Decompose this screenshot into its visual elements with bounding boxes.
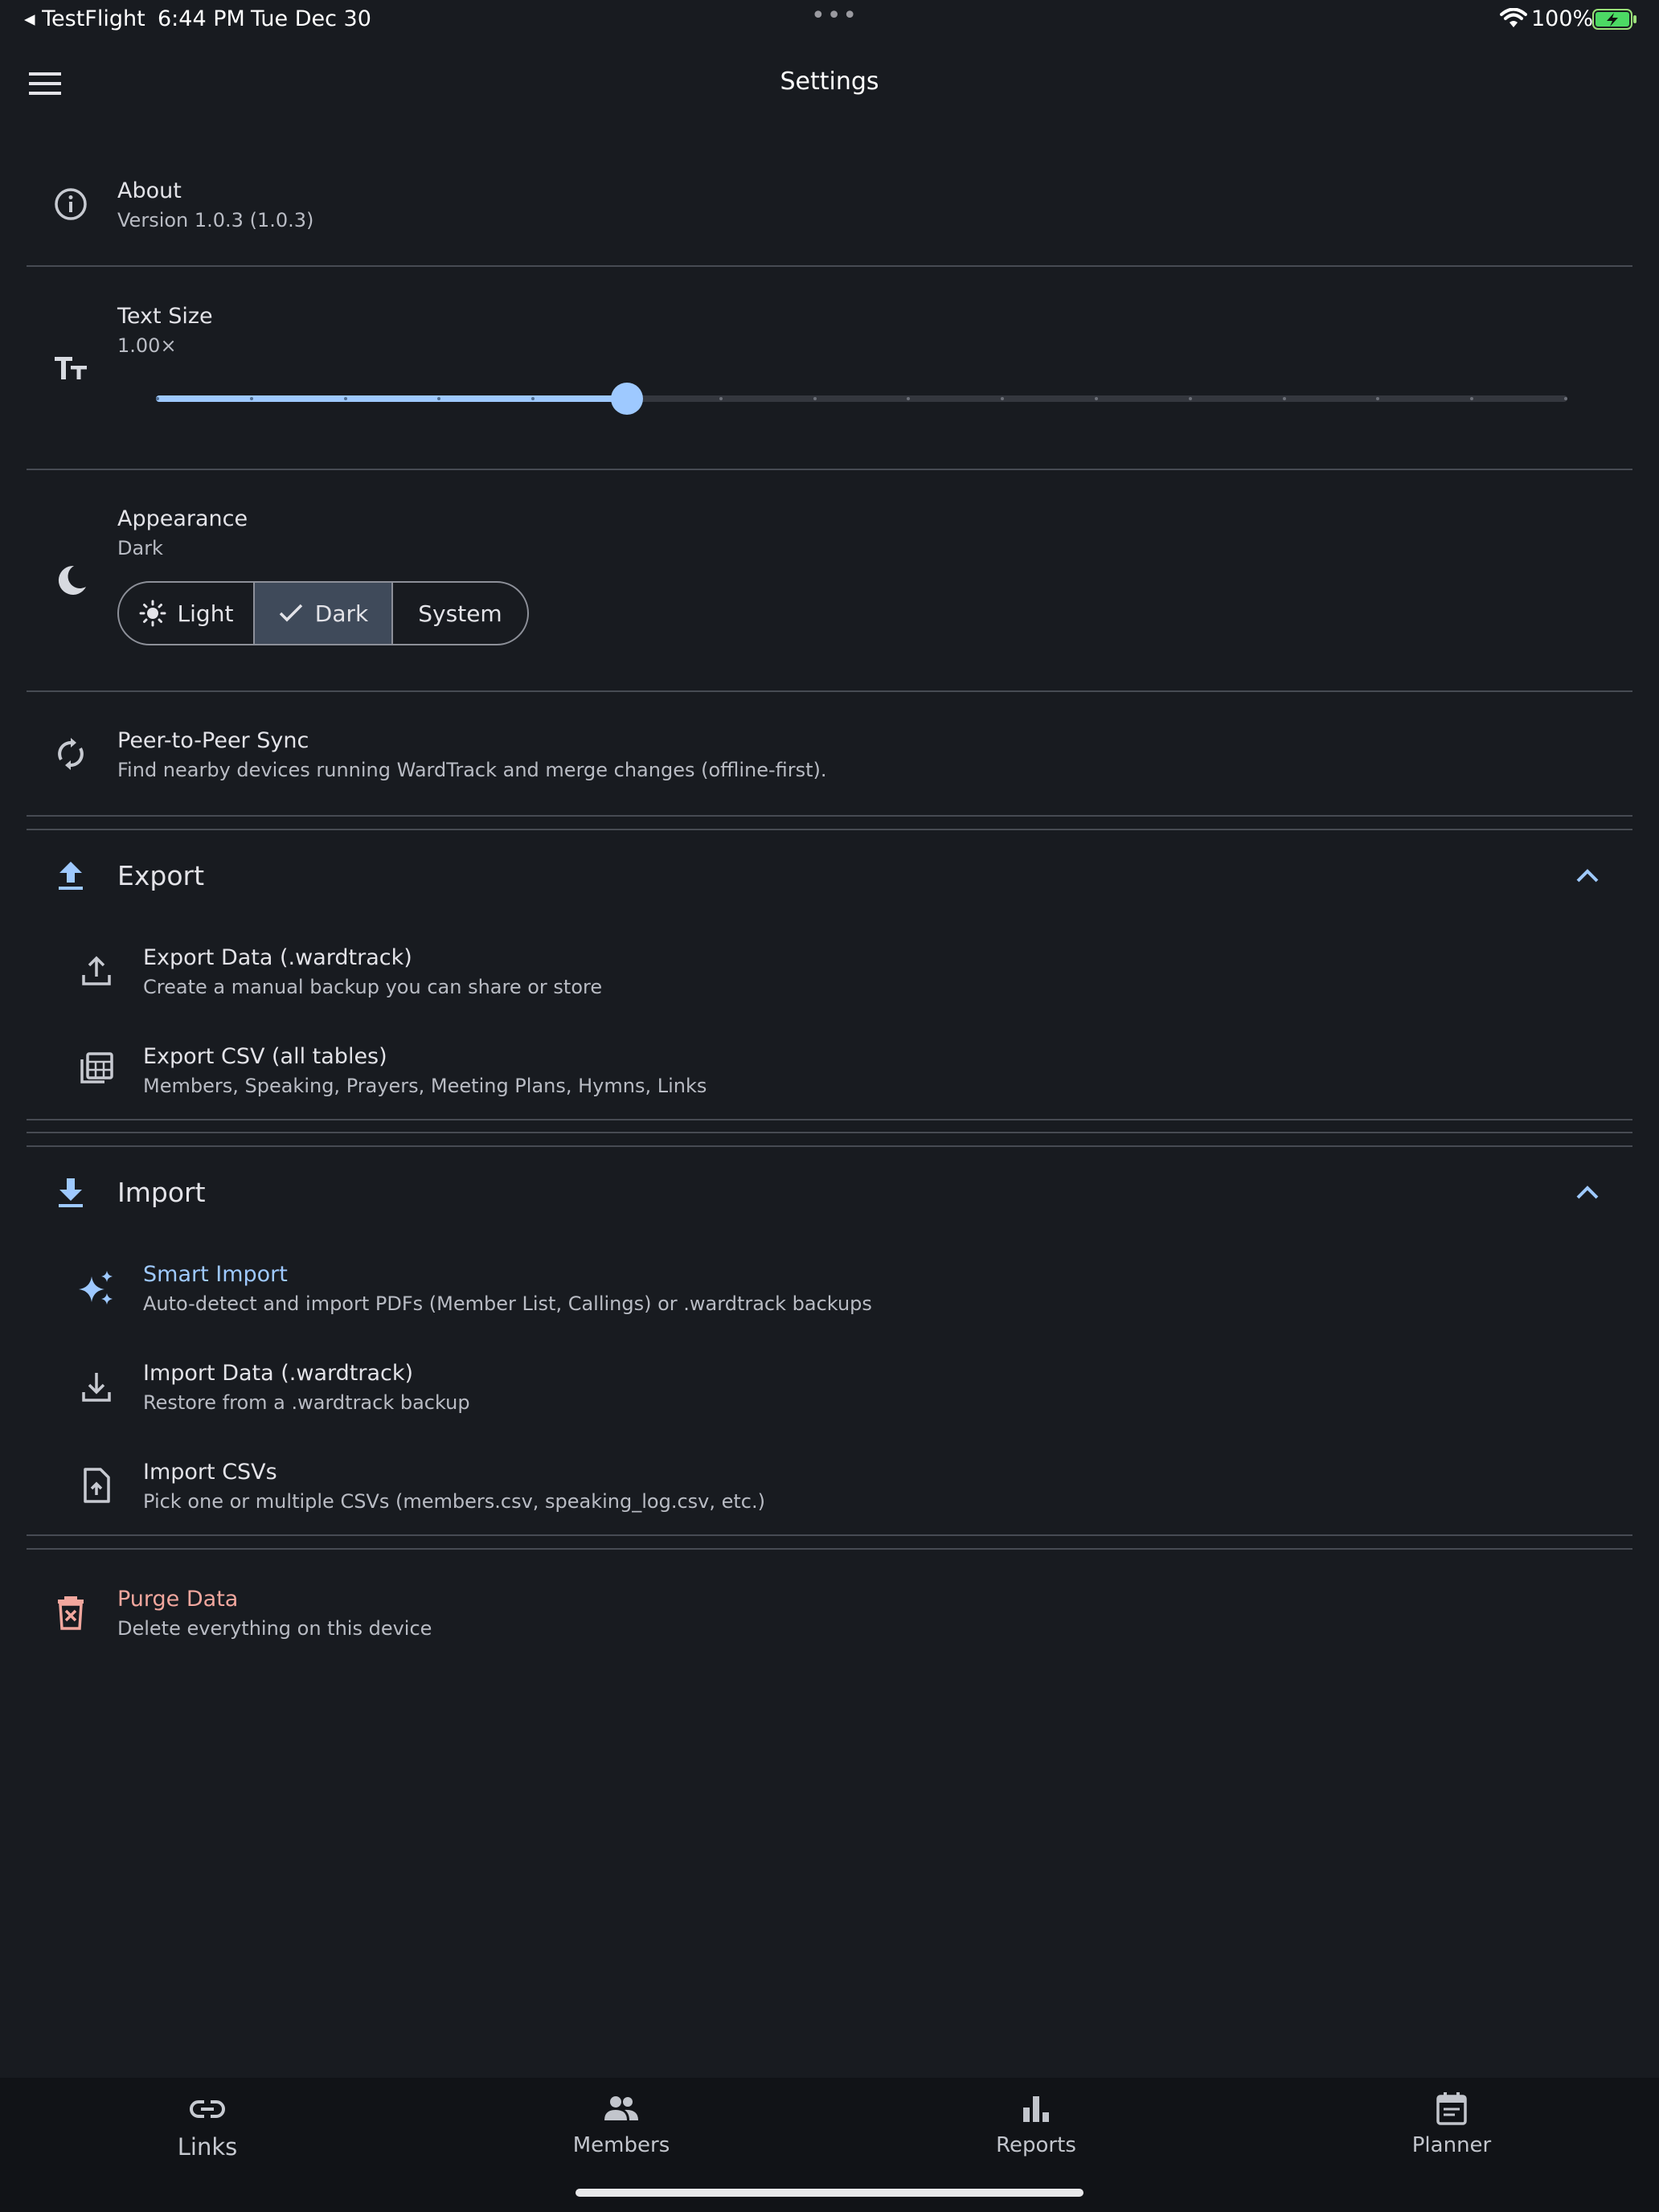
slider-tick: [1564, 397, 1567, 400]
home-indicator[interactable]: [576, 2189, 1083, 2197]
file-upload-icon: [77, 1466, 116, 1505]
check-icon: [278, 602, 304, 625]
import-data-description: Restore from a .wardtrack backup: [143, 1391, 470, 1414]
export-csv-title: Export CSV (all tables): [143, 1044, 387, 1069]
divider: [27, 815, 1632, 817]
about-title: About: [117, 178, 182, 203]
wifi-icon: [1500, 8, 1527, 29]
text-size-title: Text Size: [117, 304, 213, 329]
divider: [27, 1145, 1632, 1147]
appearance-option-light-label: Light: [177, 600, 234, 627]
appearance-segmented-control[interactable]: Light Dark System: [117, 581, 529, 645]
export-csv-description: Members, Speaking, Prayers, Meeting Plan…: [143, 1075, 707, 1097]
peer-sync-title: Peer-to-Peer Sync: [117, 728, 309, 753]
about-version: Version 1.0.3 (1.0.3): [117, 209, 314, 231]
nav-tab-members[interactable]: Members: [501, 2090, 742, 2157]
slider-active-track: [156, 395, 627, 402]
info-icon: [51, 185, 90, 223]
text-size-value: 1.00×: [117, 334, 177, 357]
slider-tick: [813, 397, 817, 400]
link-icon: [188, 2090, 227, 2128]
appearance-title: Appearance: [117, 506, 248, 531]
smart-import-title: Smart Import: [143, 1262, 288, 1287]
import-data-title: Import Data (.wardtrack): [143, 1361, 413, 1386]
purge-data-title: Purge Data: [117, 1587, 239, 1612]
divider: [27, 469, 1632, 470]
sun-icon: [139, 600, 166, 627]
chevron-up-icon[interactable]: [1574, 1183, 1601, 1202]
divider: [27, 1119, 1632, 1120]
page-title: Settings: [780, 68, 879, 96]
import-section-title: Import: [117, 1177, 206, 1208]
slider-tick: [719, 397, 723, 400]
appearance-option-dark[interactable]: Dark: [255, 583, 393, 644]
slider-tick: [156, 397, 159, 400]
back-to-app-link[interactable]: ◂ TestFlight: [24, 6, 145, 31]
calendar-icon: [1432, 2090, 1471, 2128]
battery-charging-icon: [1592, 8, 1637, 31]
slider-tick: [343, 397, 347, 400]
export-section-title: Export: [117, 860, 205, 891]
export-data-title: Export Data (.wardtrack): [143, 945, 412, 970]
divider: [27, 1548, 1632, 1550]
slider-thumb[interactable]: [611, 383, 643, 415]
peer-sync-description: Find nearby devices running WardTrack an…: [117, 759, 827, 781]
battery-percent: 100%: [1531, 6, 1594, 31]
purge-data-description: Delete everything on this device: [117, 1617, 432, 1640]
nav-tab-planner[interactable]: Planner: [1331, 2090, 1572, 2157]
slider-tick: [1282, 397, 1286, 400]
status-time: 6:44 PM: [158, 6, 245, 31]
divider: [27, 829, 1632, 830]
share-upload-icon: [77, 952, 116, 990]
slider-tick: [1095, 397, 1098, 400]
slider-tick: [1188, 397, 1192, 400]
appearance-value: Dark: [117, 537, 163, 559]
moon-icon: [51, 561, 90, 600]
nav-tab-links[interactable]: Links: [87, 2090, 328, 2161]
nav-tab-links-label: Links: [177, 2133, 238, 2161]
smart-import-description: Auto-detect and import PDFs (Member List…: [143, 1292, 872, 1315]
chevron-up-icon[interactable]: [1574, 866, 1601, 886]
slider-tick: [249, 397, 253, 400]
download-tray-icon: [77, 1368, 116, 1407]
divider: [27, 1132, 1632, 1133]
sparkle-icon: [77, 1268, 116, 1307]
trash-icon: [51, 1593, 90, 1632]
text-size-icon: [51, 349, 90, 387]
appearance-option-dark-label: Dark: [314, 600, 369, 627]
divider: [27, 1534, 1632, 1536]
import-csvs-description: Pick one or multiple CSVs (members.csv, …: [143, 1490, 765, 1513]
status-bar: ◂ TestFlight 6:44 PM Tue Dec 30 ••• 100%: [0, 0, 1659, 39]
upload-icon: [51, 857, 90, 895]
export-data-description: Create a manual backup you can share or …: [143, 976, 603, 998]
sync-icon: [51, 735, 90, 773]
nav-tab-planner-label: Planner: [1411, 2133, 1492, 2157]
download-icon: [51, 1174, 90, 1212]
people-icon: [602, 2090, 641, 2128]
table-icon: [77, 1050, 116, 1088]
appearance-option-system[interactable]: System: [393, 583, 527, 644]
divider: [27, 690, 1632, 692]
nav-tab-members-label: Members: [572, 2133, 670, 2157]
appearance-option-light[interactable]: Light: [119, 583, 255, 644]
appearance-option-system-label: System: [418, 600, 502, 627]
import-csvs-title: Import CSVs: [143, 1460, 277, 1485]
bar-chart-icon: [1017, 2090, 1055, 2128]
status-date: Tue Dec 30: [251, 6, 371, 31]
divider: [27, 265, 1632, 267]
nav-tab-reports[interactable]: Reports: [916, 2090, 1157, 2157]
nav-tab-reports-label: Reports: [996, 2133, 1076, 2157]
multitasking-dots[interactable]: •••: [811, 2, 858, 30]
